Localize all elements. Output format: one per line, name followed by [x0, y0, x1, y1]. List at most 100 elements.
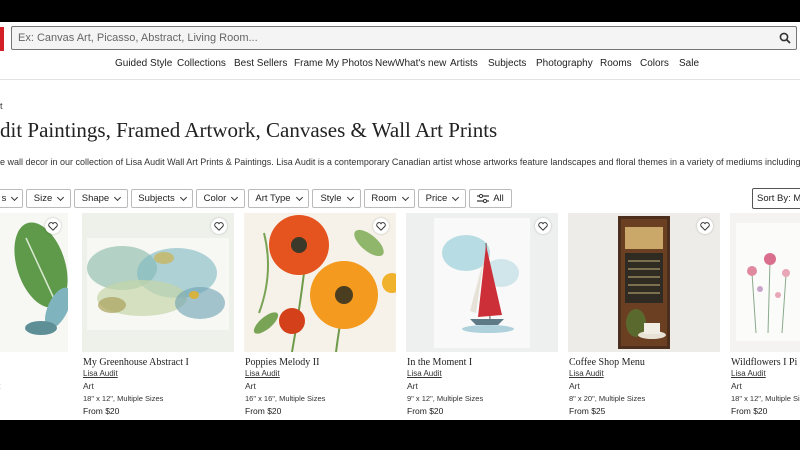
filter-shape[interactable]: Shape — [74, 189, 128, 208]
product-size: 18" x 12", Multiple Sizes — [83, 394, 164, 403]
nav-sale[interactable]: Sale — [679, 58, 699, 69]
nav-best-sellers[interactable]: Best Sellers — [234, 58, 287, 69]
filter-size[interactable]: Size — [26, 189, 71, 208]
nav-collections[interactable]: Collections — [177, 58, 226, 69]
product-size: 9" x 12", Multiple Sizes — [407, 394, 484, 403]
favorite-button[interactable] — [45, 218, 61, 234]
nav-guided-style[interactable]: Guided Style — [115, 58, 172, 69]
chevron-down-icon — [114, 193, 122, 201]
filter-label: Art Type — [255, 193, 291, 204]
product-card[interactable]: My Greenhouse Abstract I Lisa Audit Art … — [82, 213, 234, 420]
product-type: Art — [245, 381, 256, 391]
product-artist[interactable]: Lisa Audit — [245, 369, 280, 378]
product-card[interactable]: t — [0, 213, 68, 420]
filter-subjects[interactable]: Subjects — [131, 189, 193, 208]
product-artist[interactable]: Lisa Audit — [83, 369, 118, 378]
product-artist[interactable]: Lisa Audit — [569, 369, 604, 378]
nav-artists[interactable]: Artists — [450, 58, 478, 69]
product-card[interactable]: Wildflowers I Pi Lisa Audit Art 18" x 12… — [730, 213, 800, 420]
product-artist[interactable]: Lisa Audit — [407, 369, 442, 378]
product-card[interactable]: Poppies Melody II Lisa Audit Art 16" x 1… — [244, 213, 396, 420]
heart-icon — [538, 221, 548, 231]
breadcrumb[interactable]: t — [0, 101, 3, 111]
nav-colors[interactable]: Colors — [640, 58, 669, 69]
product-name[interactable]: Poppies Melody II — [245, 357, 319, 368]
search-input[interactable] — [18, 28, 758, 48]
coffee-menu-artwork — [568, 213, 720, 352]
nav-whats-new[interactable]: NewWhat's new — [375, 58, 446, 69]
chevron-down-icon — [179, 193, 187, 201]
product-price: From $20 — [83, 406, 120, 416]
filter-label: Size — [33, 193, 53, 204]
product-card[interactable]: Coffee Shop Menu Lisa Audit Art 8" x 20"… — [568, 213, 720, 420]
sort-dropdown[interactable]: Sort By: Mo — [752, 188, 800, 209]
nav-photography[interactable]: Photography — [536, 58, 593, 69]
filter-color[interactable]: Color — [196, 189, 245, 208]
brand-logo[interactable] — [0, 27, 4, 51]
poppies-artwork — [244, 213, 396, 352]
nav-subjects[interactable]: Subjects — [488, 58, 526, 69]
search-icon[interactable] — [779, 32, 791, 44]
filter-label: Shape — [81, 193, 110, 204]
main-nav: Guided Style Collections Best Sellers Fr… — [0, 58, 800, 74]
page-description: e wall decor in our collection of Lisa A… — [0, 157, 800, 167]
heart-icon — [214, 221, 224, 231]
product-image[interactable] — [82, 213, 234, 352]
product-name[interactable]: Wildflowers I Pi — [731, 357, 797, 368]
favorite-button[interactable] — [373, 218, 389, 234]
search-bar — [11, 26, 797, 50]
favorite-button[interactable] — [697, 218, 713, 234]
filter-label: Room — [371, 193, 397, 204]
filter-label: Price — [425, 193, 448, 204]
favorite-button[interactable] — [211, 218, 227, 234]
filter-label: s — [1, 193, 7, 204]
chevron-down-icon — [401, 193, 409, 201]
product-type: Art — [569, 381, 580, 391]
wildflowers-artwork — [730, 213, 800, 352]
leaf-artwork — [0, 213, 68, 352]
filter-art-type[interactable]: Art Type — [248, 189, 309, 208]
heart-icon — [48, 221, 58, 231]
filter-label: Subjects — [138, 193, 175, 204]
product-type: Art — [407, 381, 418, 391]
sailboat-artwork — [406, 213, 558, 352]
chevron-down-icon — [295, 193, 303, 201]
product-type: Art — [83, 381, 94, 391]
product-image[interactable] — [244, 213, 396, 352]
product-card[interactable]: In the Moment I Lisa Audit Art 9" x 12",… — [406, 213, 558, 420]
product-size: 8" x 20", Multiple Sizes — [569, 394, 646, 403]
chevron-down-icon — [231, 193, 239, 201]
filter-price[interactable]: Price — [418, 189, 466, 208]
product-image[interactable] — [568, 213, 720, 352]
product-price: From $20 — [245, 406, 282, 416]
product-name[interactable]: In the Moment I — [407, 357, 472, 368]
filter-label: Color — [203, 193, 227, 204]
nav-frame-my-photos[interactable]: Frame My Photos — [294, 58, 373, 69]
sliders-icon — [477, 194, 490, 203]
page-title: dit Paintings, Framed Artwork, Canvases … — [0, 118, 498, 142]
chevron-down-icon — [57, 193, 65, 201]
product-image[interactable] — [730, 213, 800, 352]
heart-icon — [376, 221, 386, 231]
product-price: From $25 — [569, 406, 606, 416]
product-image[interactable] — [0, 213, 68, 352]
product-size: 18" x 12", Multiple Sizes — [731, 394, 800, 403]
filter-room[interactable]: Room — [364, 189, 415, 208]
all-filters-button[interactable]: All — [469, 189, 512, 208]
product-name[interactable]: My Greenhouse Abstract I — [83, 357, 189, 368]
filter-style[interactable]: Style — [312, 189, 361, 208]
favorite-button[interactable] — [535, 218, 551, 234]
filter-prev[interactable]: s — [0, 189, 23, 208]
header-divider — [0, 79, 800, 80]
product-size: 16" x 16", Multiple Sizes — [245, 394, 326, 403]
heart-icon — [700, 221, 710, 231]
product-artist[interactable]: Lisa Audit — [731, 369, 766, 378]
product-image[interactable] — [406, 213, 558, 352]
page: Guided Style Collections Best Sellers Fr… — [0, 22, 800, 420]
product-type: Art — [731, 381, 742, 391]
chevron-down-icon — [346, 193, 354, 201]
nav-rooms[interactable]: Rooms — [600, 58, 632, 69]
product-name[interactable]: Coffee Shop Menu — [569, 357, 645, 368]
filter-label: Style — [320, 193, 342, 204]
all-filters-label: All — [493, 193, 504, 204]
